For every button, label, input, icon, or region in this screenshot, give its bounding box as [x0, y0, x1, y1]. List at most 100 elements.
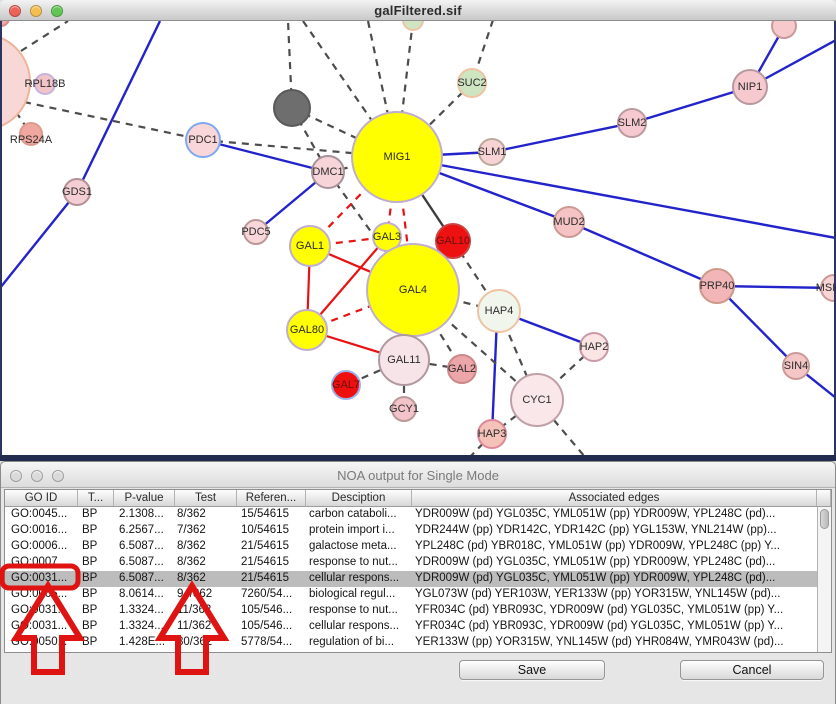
table-cell-test: 80/362 — [175, 635, 237, 651]
noa-results-table: GO IDT...P-valueTestReferen...Desciption… — [4, 489, 832, 653]
node-label-SLM2: SLM2 — [618, 117, 647, 129]
network-edge[interactable] — [492, 123, 632, 152]
network-canvas[interactable]: RPL18BRPS24AGDS1PDC1DMC1MIG1SUC2SLM1SLM2… — [0, 21, 836, 455]
save-button[interactable]: Save — [459, 660, 605, 680]
table-cell-p-value: 2.1308... — [114, 507, 175, 523]
network-edge[interactable] — [2, 192, 77, 288]
table-cell-p-value: 6.5087... — [114, 555, 175, 571]
table-cell-type: BP — [78, 539, 114, 555]
node-label-GAL11: GAL11 — [387, 354, 420, 366]
table-cell-go-id: GO:0007... — [5, 555, 78, 571]
table-cell-reference: 105/546... — [237, 603, 306, 619]
table-cell-p-value: 6.5087... — [114, 539, 175, 555]
table-cell-go-id: GO:0016... — [5, 523, 78, 539]
network-node-corner-sliver[interactable] — [2, 21, 9, 26]
table-row[interactable]: GO:0065...BP8.0614...94/3627260/54...bio… — [5, 587, 831, 603]
noa-output-window: NOA output for Single Mode GO IDT...P-va… — [0, 461, 836, 704]
table-cell-p-value: 6.2567... — [114, 523, 175, 539]
table-cell-reference: 10/54615 — [237, 523, 306, 539]
table-cell-go-id: GO:0031... — [5, 603, 78, 619]
table-cell-associated-edges: YFR034C (pd) YBR093C, YDR009W (pd) YGL03… — [412, 619, 817, 635]
network-node-green-top[interactable] — [403, 21, 423, 30]
table-row[interactable]: GO:0050...BP1.428E...80/3625778/54...reg… — [5, 635, 831, 651]
node-label-RPS24A: RPS24A — [10, 134, 53, 146]
node-label-GAL10: GAL10 — [436, 235, 470, 247]
table-row[interactable]: GO:0006...BP6.5087...8/36221/54615galact… — [5, 539, 831, 555]
table-row[interactable]: GO:0031...BP1.3324...11/362105/546...cel… — [5, 619, 831, 635]
scrollbar-thumb[interactable] — [820, 509, 829, 529]
network-edge[interactable] — [492, 318, 497, 434]
noa-titlebar[interactable]: NOA output for Single Mode — [1, 462, 835, 488]
table-cell-reference: 5778/54... — [237, 635, 306, 651]
table-cell-type: BP — [78, 587, 114, 603]
table-cell-associated-edges: YDR009W (pd) YGL035C, YML051W (pp) YDR00… — [412, 571, 817, 587]
vertical-scrollbar[interactable] — [817, 507, 831, 652]
table-cell-description: response to nut... — [306, 555, 412, 571]
column-header-scroll-spacer[interactable] — [817, 490, 831, 506]
table-cell-test: 94/362 — [175, 587, 237, 603]
node-label-CYC1: CYC1 — [522, 394, 551, 406]
column-header-type[interactable]: T... — [78, 490, 114, 506]
table-cell-type: BP — [78, 555, 114, 571]
node-label-GDS1: GDS1 — [62, 186, 92, 198]
table-cell-go-id: GO:0031... — [5, 619, 78, 635]
table-cell-type: BP — [78, 571, 114, 587]
column-header-test[interactable]: Test — [175, 490, 237, 506]
table-cell-description: regulation of bi... — [306, 635, 412, 651]
column-header-associated-edges[interactable]: Associated edges — [412, 490, 817, 506]
table-row[interactable]: GO:0016...BP6.2567...7/36210/54615protei… — [5, 523, 831, 539]
cancel-button[interactable]: Cancel — [680, 660, 824, 680]
node-label-GAL7: GAL7 — [332, 379, 360, 391]
network-node-gray-node[interactable] — [274, 90, 310, 126]
network-edge[interactable] — [77, 21, 160, 192]
node-label-DMC1: DMC1 — [312, 166, 343, 178]
table-cell-reference: 21/54615 — [237, 539, 306, 555]
network-edge[interactable] — [632, 87, 750, 123]
table-body: GO:0045...BP2.1308...8/36215/54615carbon… — [5, 507, 831, 651]
table-row[interactable]: GO:0031...BP6.5087...8/36221/54615cellul… — [5, 571, 831, 587]
column-header-reference[interactable]: Referen... — [237, 490, 306, 506]
network-graph: RPL18BRPS24AGDS1PDC1DMC1MIG1SUC2SLM1SLM2… — [2, 21, 834, 455]
column-header-go-id[interactable]: GO ID — [5, 490, 78, 506]
table-cell-associated-edges: YGL073W (pd) YER103W, YER133W (pp) YOR31… — [412, 587, 817, 603]
table-cell-type: BP — [78, 619, 114, 635]
table-cell-associated-edges: YDR244W (pp) YDR142C, YDR142C (pp) YGL15… — [412, 523, 817, 539]
table-cell-go-id: GO:0031... — [5, 571, 78, 587]
network-edge[interactable] — [203, 140, 328, 172]
table-cell-description: carbon cataboli... — [306, 507, 412, 523]
network-node-pink-top-right[interactable] — [772, 21, 796, 38]
table-cell-reference: 7260/54... — [237, 587, 306, 603]
table-cell-go-id: GO:0050... — [5, 635, 78, 651]
network-window-title: galFiltered.sif — [0, 3, 836, 18]
table-cell-go-id: GO:0045... — [5, 507, 78, 523]
table-cell-description: biological regul... — [306, 587, 412, 603]
node-label-MUD2: MUD2 — [553, 216, 584, 228]
noa-window-title: NOA output for Single Mode — [1, 468, 835, 483]
node-label-NIP1: NIP1 — [738, 81, 762, 93]
table-row[interactable]: GO:0045...BP2.1308...8/36215/54615carbon… — [5, 507, 831, 523]
network-edge[interactable] — [569, 222, 717, 286]
node-label-SLM1: SLM1 — [478, 146, 507, 158]
table-cell-test: 7/362 — [175, 523, 237, 539]
table-row[interactable]: GO:0031...BP1.3324...11/362105/546...res… — [5, 603, 831, 619]
table-cell-p-value: 6.5087... — [114, 571, 175, 587]
network-titlebar[interactable]: galFiltered.sif — [0, 0, 836, 21]
table-cell-description: protein import i... — [306, 523, 412, 539]
table-cell-test: 8/362 — [175, 539, 237, 555]
column-header-description[interactable]: Desciption — [306, 490, 412, 506]
table-cell-p-value: 1.428E... — [114, 635, 175, 651]
table-cell-type: BP — [78, 523, 114, 539]
column-header-p-value[interactable]: P-value — [114, 490, 175, 506]
table-cell-reference: 15/54615 — [237, 507, 306, 523]
node-label-GAL80: GAL80 — [290, 324, 324, 336]
table-row[interactable]: GO:0007...BP6.5087...8/36221/54615respon… — [5, 555, 831, 571]
node-label-GAL1: GAL1 — [296, 240, 324, 252]
node-label-PRP40: PRP40 — [700, 280, 735, 292]
table-cell-description: galactose meta... — [306, 539, 412, 555]
table-cell-go-id: GO:0065... — [5, 587, 78, 603]
table-cell-associated-edges: YER133W (pp) YOR315W, YNL145W (pd) YHR08… — [412, 635, 817, 651]
table-cell-associated-edges: YDR009W (pd) YGL035C, YML051W (pp) YDR00… — [412, 507, 817, 523]
table-cell-description: cellular respons... — [306, 571, 412, 587]
node-label-GCY1: GCY1 — [389, 403, 419, 415]
table-cell-associated-edges: YPL248C (pd) YBR018C, YML051W (pp) YDR00… — [412, 539, 817, 555]
